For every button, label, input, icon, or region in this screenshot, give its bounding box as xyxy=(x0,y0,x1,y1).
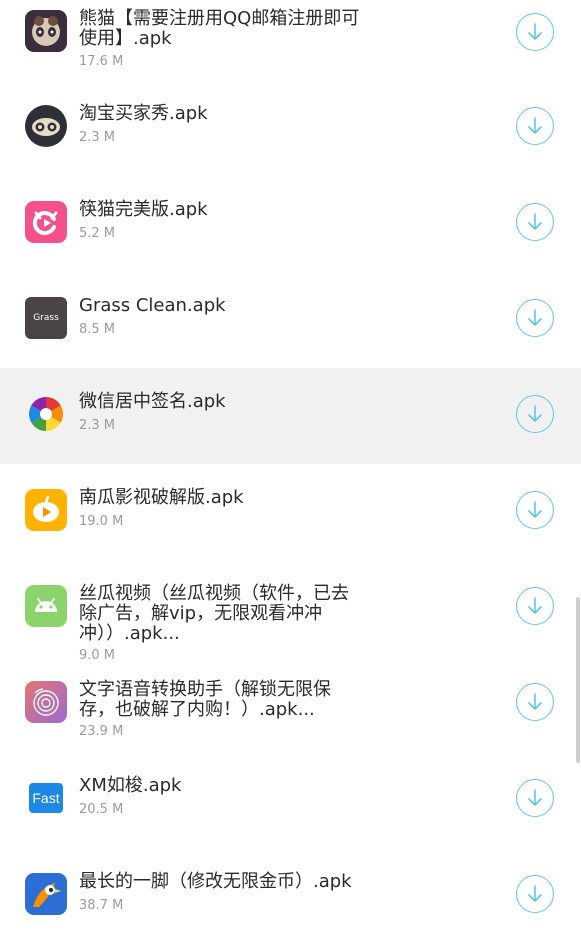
download-button[interactable] xyxy=(516,587,554,625)
grass-icon: Grass xyxy=(25,297,67,339)
download-arrow-icon xyxy=(528,693,542,710)
app-size: 2.3 M xyxy=(79,130,116,145)
download-arrow-icon xyxy=(528,309,542,326)
list-item[interactable]: 微信居中签名.apk 2.3 M xyxy=(0,368,581,464)
fast-icon: Fast xyxy=(25,777,67,819)
download-arrow-icon xyxy=(528,789,542,806)
list-item[interactable]: 淘宝买家秀.apk 2.3 M xyxy=(0,80,581,176)
pumpkin-play-icon xyxy=(25,489,67,531)
grass-icon-text: Grass xyxy=(33,313,59,323)
list-item[interactable]: Fast XM如梭.apk 20.5 M xyxy=(0,752,581,848)
list-item[interactable]: 丝瓜视频（丝瓜视频（软件，已去 除广告，解vip，无限观看冲冲 冲））.apk.… xyxy=(0,560,581,663)
aperture-icon xyxy=(25,393,67,435)
app-title: XM如梭.apk xyxy=(79,775,182,796)
app-size: 19.0 M xyxy=(79,514,124,529)
download-button[interactable] xyxy=(516,395,554,433)
fast-icon-text: Fast xyxy=(29,783,63,813)
app-size: 17.6 M xyxy=(79,54,124,69)
app-title: 筷猫完美版.apk xyxy=(79,199,208,220)
app-size: 38.7 M xyxy=(79,898,124,913)
download-button[interactable] xyxy=(516,779,554,817)
app-title: 淘宝买家秀.apk xyxy=(79,103,208,124)
download-arrow-icon xyxy=(528,597,542,614)
list-item[interactable]: 文字语音转换助手（解锁无限保 存，也破解了内购！）.apk... 23.9 M xyxy=(0,656,581,752)
download-button[interactable] xyxy=(516,13,554,51)
download-button[interactable] xyxy=(516,203,554,241)
download-arrow-icon xyxy=(528,23,542,40)
bird-icon xyxy=(25,873,67,915)
app-title: 最长的一脚（修改无限金币）.apk xyxy=(79,871,352,892)
app-size: 20.5 M xyxy=(79,802,124,817)
download-arrow-icon xyxy=(528,117,542,134)
app-title: 文字语音转换助手（解锁无限保 存，也破解了内购！）.apk... xyxy=(79,679,331,720)
cat-video-icon xyxy=(25,201,67,243)
download-button[interactable] xyxy=(516,299,554,337)
app-size: 5.2 M xyxy=(79,226,116,241)
app-size: 23.9 M xyxy=(79,724,124,739)
app-title: 微信居中签名.apk xyxy=(79,391,226,412)
owl-icon xyxy=(25,105,67,147)
scrollbar[interactable] xyxy=(576,597,580,763)
download-arrow-icon xyxy=(528,213,542,230)
list-item[interactable]: 筷猫完美版.apk 5.2 M xyxy=(0,176,581,272)
fingerprint-icon xyxy=(25,681,67,723)
list-item[interactable]: Grass Grass Clean.apk 8.5 M xyxy=(0,272,581,368)
list-item[interactable]: 南瓜影视破解版.apk 19.0 M xyxy=(0,464,581,560)
download-arrow-icon xyxy=(528,405,542,422)
list-item[interactable]: 熊猫【需要注册用QQ邮箱注册即可 使用】.apk 17.6 M xyxy=(0,0,581,82)
download-button[interactable] xyxy=(516,491,554,529)
download-button[interactable] xyxy=(516,683,554,721)
app-title: 熊猫【需要注册用QQ邮箱注册即可 使用】.apk xyxy=(79,8,360,49)
panda-icon xyxy=(25,10,67,52)
android-icon xyxy=(25,585,67,627)
app-title: Grass Clean.apk xyxy=(79,295,226,316)
app-size: 8.5 M xyxy=(79,322,116,337)
app-size: 2.3 M xyxy=(79,418,116,433)
download-button[interactable] xyxy=(516,107,554,145)
download-arrow-icon xyxy=(528,885,542,902)
download-button[interactable] xyxy=(516,875,554,913)
app-title: 丝瓜视频（丝瓜视频（软件，已去 除广告，解vip，无限观看冲冲 冲））.apk.… xyxy=(79,583,349,644)
download-arrow-icon xyxy=(528,501,542,518)
app-title: 南瓜影视破解版.apk xyxy=(79,487,244,508)
